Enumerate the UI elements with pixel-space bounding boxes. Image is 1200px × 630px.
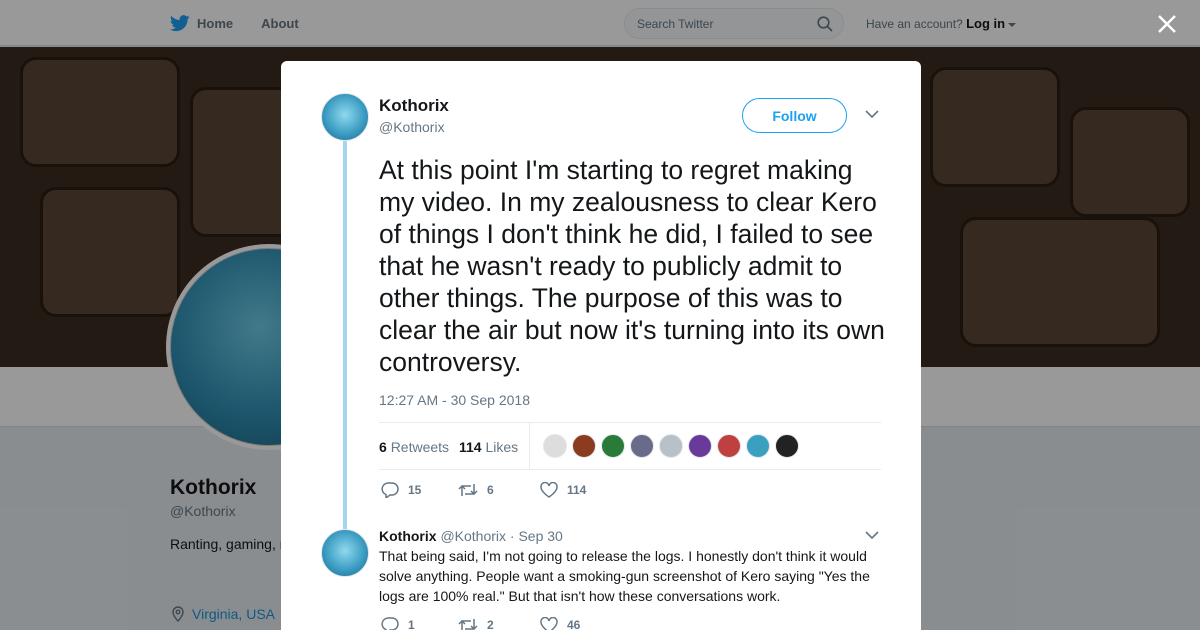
follow-button[interactable]: Follow [742, 98, 847, 133]
reply-icon [381, 617, 399, 630]
reply-date[interactable]: · Sep 30 [510, 528, 563, 544]
reply-count: 1 [408, 618, 415, 630]
retweet-icon [458, 484, 478, 496]
retweet-button[interactable]: 6 [458, 482, 540, 498]
stats-divider [529, 423, 530, 470]
likes-stat[interactable]: 114 Likes [459, 439, 518, 455]
tweet-stats: 6 Retweets 114 Likes [379, 422, 881, 470]
heart-icon [540, 617, 558, 630]
liker-avatar[interactable] [601, 434, 625, 458]
liker-avatar[interactable] [775, 434, 799, 458]
tweet-timestamp[interactable]: 12:27 AM - 30 Sep 2018 [379, 392, 530, 408]
reply-text: That being said, I'm not going to releas… [379, 548, 870, 604]
reply-button[interactable]: 15 [381, 482, 458, 498]
tweet-author-name[interactable]: Kothorix [379, 96, 449, 116]
retweet-button[interactable]: 2 [458, 617, 540, 630]
likes-label: Likes [485, 439, 519, 455]
like-count: 46 [567, 618, 581, 630]
liker-avatar[interactable] [746, 434, 770, 458]
chevron-down-icon[interactable] [865, 530, 879, 540]
reply-icon [381, 482, 399, 498]
retweets-count: 6 [379, 439, 387, 455]
liker-avatar[interactable] [543, 434, 567, 458]
thread-line [343, 141, 347, 571]
liker-avatar[interactable] [717, 434, 741, 458]
like-button[interactable]: 114 [540, 482, 586, 498]
like-button[interactable]: 46 [540, 617, 580, 630]
liker-avatar[interactable] [659, 434, 683, 458]
liker-avatar[interactable] [688, 434, 712, 458]
retweet-count: 2 [487, 618, 494, 630]
chevron-down-icon[interactable] [865, 109, 879, 119]
avatar[interactable] [321, 529, 369, 577]
like-count: 114 [567, 483, 587, 497]
reply-actions: 1 2 46 [381, 617, 580, 630]
tweet-modal: Kothorix @Kothorix Follow At this point … [281, 61, 921, 630]
tweet-text: At this point I'm starting to regret mak… [379, 155, 885, 377]
reply-author-handle[interactable]: @Kothorix [440, 528, 506, 544]
avatar[interactable] [321, 93, 369, 141]
tweet-author-handle[interactable]: @Kothorix [379, 119, 445, 135]
close-icon[interactable] [1156, 13, 1178, 35]
retweets-stat[interactable]: 6 Retweets [379, 439, 449, 455]
heart-icon [540, 482, 558, 498]
liker-avatar[interactable] [572, 434, 596, 458]
reply-button[interactable]: 1 [381, 617, 458, 630]
likes-count: 114 [459, 439, 482, 455]
tweet-actions: 15 6 114 [381, 482, 586, 498]
retweet-icon [458, 619, 478, 630]
reply-count: 15 [408, 483, 422, 497]
retweet-count: 6 [487, 483, 494, 497]
liker-avatars [543, 434, 804, 458]
reply-author-name[interactable]: Kothorix [379, 528, 437, 544]
retweets-label: Retweets [390, 439, 450, 455]
reply-header: Kothorix @Kothorix · Sep 30 [379, 528, 563, 544]
liker-avatar[interactable] [630, 434, 654, 458]
